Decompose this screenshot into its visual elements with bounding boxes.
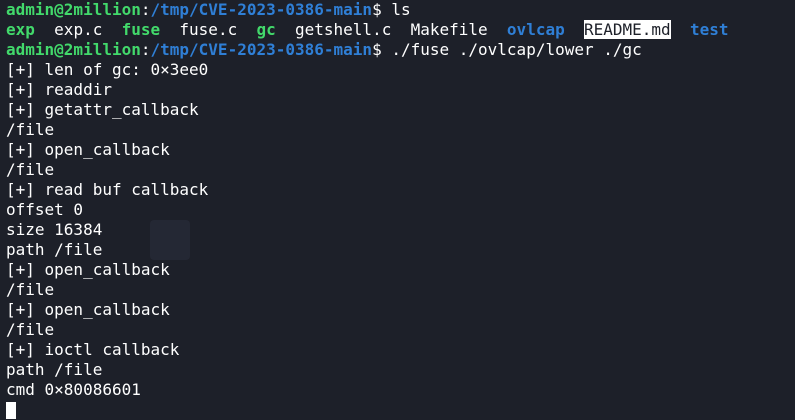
prompt-path: /tmp/CVE-2023-0386-main <box>150 0 373 19</box>
prompt-line-2: admin@2million:/tmp/CVE-2023-0386-main$ … <box>6 40 795 60</box>
output-line: [+] read buf callback <box>6 180 209 199</box>
prompt-symbol: $ <box>372 40 392 59</box>
output-line: [+] readdir <box>6 80 112 99</box>
ls-entry-ovlcap: ovlcap <box>506 20 565 39</box>
prompt-user: admin@2million <box>6 40 141 59</box>
output-line: /file <box>6 280 55 299</box>
output-line: /file <box>6 320 55 339</box>
prompt-path: /tmp/CVE-2023-0386-main <box>150 40 373 59</box>
output-line: path /file <box>6 240 103 259</box>
prompt-user: admin@2million <box>6 0 141 19</box>
ls-entry-makefile: Makefile <box>410 20 488 39</box>
output-line: size 16384 <box>6 220 103 239</box>
desktop-ghost-icon <box>150 220 190 260</box>
output-line: cmd 0×80086601 <box>6 380 141 399</box>
output-line: [+] len of gc: 0×3ee0 <box>6 60 209 79</box>
ls-entry-exp-c: exp.c <box>54 20 103 39</box>
output-line: /file <box>6 120 55 139</box>
prompt-line-1: admin@2million:/tmp/CVE-2023-0386-main$ … <box>6 0 795 20</box>
output-line: [+] open_callback <box>6 140 170 159</box>
command-text: ls <box>391 0 411 19</box>
output-line: path /file <box>6 360 103 379</box>
ls-entry-fuse-c: fuse.c <box>179 20 238 39</box>
output-line: [+] ioctl callback <box>6 340 180 359</box>
prompt-colon: : <box>140 40 151 59</box>
text-cursor <box>6 402 16 419</box>
ls-entry-gc: gc <box>256 20 276 39</box>
prompt-symbol: $ <box>372 0 392 19</box>
output-line: [+] open_callback <box>6 300 170 319</box>
ls-entry-readme: README.md <box>583 20 671 39</box>
ls-entry-test: test <box>689 20 729 39</box>
terminal-window[interactable]: admin@2million:/tmp/CVE-2023-0386-main$ … <box>0 0 795 420</box>
cursor-line[interactable] <box>6 400 795 420</box>
output-line: /file <box>6 160 55 179</box>
prompt-colon: : <box>140 0 151 19</box>
ls-entry-getshell-c: getshell.c <box>295 20 392 39</box>
output-line: [+] open_callback <box>6 260 170 279</box>
ls-entry-fuse: fuse <box>121 20 161 39</box>
command-text: ./fuse ./ovlcap/lower ./gc <box>391 40 642 59</box>
output-line: [+] getattr_callback <box>6 100 199 119</box>
ls-entry-exp: exp <box>6 20 35 39</box>
output-line: offset 0 <box>6 200 84 219</box>
ls-output: exp exp.c fuse fuse.c gc getshell.c Make… <box>6 20 795 40</box>
